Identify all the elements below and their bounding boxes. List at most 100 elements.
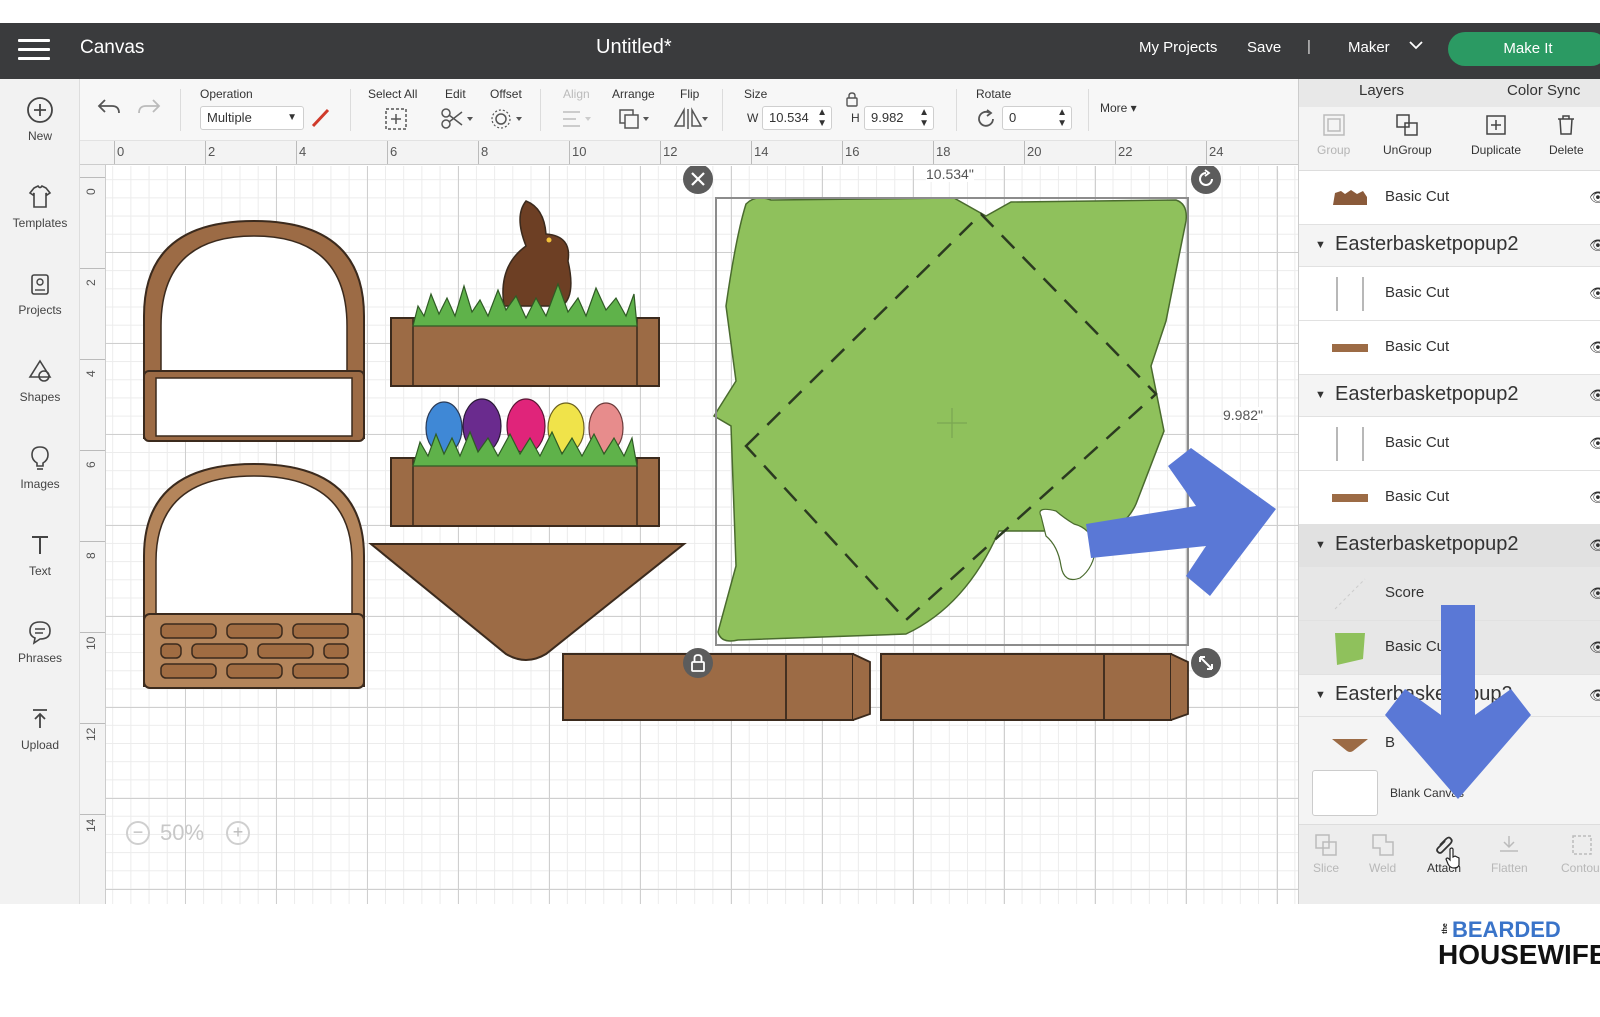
flip-icon[interactable] [672,107,708,134]
eggs-box-shape[interactable] [390,398,660,527]
green-popup-shape[interactable] [712,197,1188,642]
caret-down-icon[interactable]: ▼ [1315,689,1326,701]
eye-icon[interactable]: 👁 [1589,237,1600,254]
redo-icon[interactable] [136,97,162,122]
duplicate-button[interactable]: Duplicate [1471,113,1521,157]
eye-icon[interactable]: 👁 [1589,639,1600,656]
layer-row[interactable]: Basic Cut 👁 [1299,171,1600,225]
edit-label: Edit [445,87,466,101]
weld-button[interactable]: Weld [1369,833,1396,875]
eye-icon[interactable]: 👁 [1589,435,1600,452]
toolbar-separator [180,89,181,131]
sidebar-item-projects[interactable]: Projects [0,261,80,341]
document-title: Untitled* [596,36,672,58]
zoom-in-button[interactable]: + [226,821,250,845]
caret-down-icon[interactable]: ▼ [1315,389,1326,401]
eye-icon[interactable]: 👁 [1589,339,1600,356]
eye-icon[interactable]: 👁 [1589,285,1600,302]
delete-button[interactable]: Delete [1549,113,1584,157]
sidebar-item-label: Templates [12,216,68,230]
slice-button[interactable]: Slice [1313,833,1339,875]
sidebar-item-label: Images [20,477,60,491]
stepper-icon[interactable]: ▲ ▼ [1057,107,1067,129]
eye-icon[interactable]: 👁 [1589,489,1600,506]
eye-icon[interactable]: 👁 [1589,585,1600,602]
lock-handle[interactable] [683,648,713,678]
caret-down-icon[interactable]: ▼ [1315,539,1326,551]
rotate-handle[interactable] [1191,166,1221,194]
sidebar-item-new[interactable]: New [0,87,80,167]
align-icon[interactable] [560,107,594,134]
ruler-tick [387,141,388,164]
sidebar-item-images[interactable]: Images [0,435,80,515]
contour-button[interactable]: Contour [1561,833,1600,875]
select-all-icon[interactable] [384,107,408,134]
contour-icon [1572,835,1593,855]
height-input[interactable]: 9.982 ▲ ▼ [864,106,934,130]
eye-icon[interactable]: 👁 [1589,387,1600,404]
caret-down-icon[interactable]: ▼ [1315,239,1326,251]
layer-group-row[interactable]: ▼ Easterbasketpopup2 👁 [1299,225,1600,267]
layer-group-row-selected[interactable]: ▼ Easterbasketpopup2 👁 [1299,525,1600,567]
ruler-number: 6 [84,461,98,468]
eye-icon[interactable]: 👁 [1589,687,1600,704]
eye-icon[interactable]: 👁 [1589,189,1600,206]
triangle-base-shape[interactable] [368,543,687,661]
edit-scissors-icon[interactable] [440,107,474,134]
lock-icon[interactable] [845,91,859,110]
sidebar-item-shapes[interactable]: Shapes [0,348,80,428]
basket-shape[interactable] [143,462,365,689]
strip-shape[interactable] [880,653,1189,721]
flatten-label: Flatten [1491,861,1528,875]
canvas-artwork [143,166,1276,721]
machine-select[interactable]: Maker [1348,39,1390,56]
flatten-button[interactable]: Flatten [1491,833,1528,875]
ruler-number: 8 [84,552,98,559]
arrange-icon[interactable] [618,107,652,134]
tab-color-sync[interactable]: Color Sync [1507,82,1580,99]
plus-circle-icon [27,97,53,123]
layer-group-row[interactable]: ▼ Easterbasketpopup2 👁 [1299,375,1600,417]
sidebar-item-templates[interactable]: Templates [0,174,80,254]
resize-handle[interactable] [1191,648,1221,678]
blank-canvas-swatch[interactable] [1312,770,1378,816]
layer-row[interactable]: Basic Cut 👁 [1299,267,1600,321]
group-button[interactable]: Group [1317,113,1350,157]
layer-row[interactable]: Basic Cut 👁 [1299,417,1600,471]
strip-shape[interactable] [562,653,871,721]
hamburger-menu-icon[interactable] [18,39,50,63]
sidebar-item-text[interactable]: Text [0,522,80,602]
group-label: Group [1317,143,1351,157]
rotate-input[interactable]: 0 ▲ ▼ [1002,106,1072,130]
stepper-icon[interactable]: ▲ ▼ [919,107,929,129]
zoom-out-button[interactable]: − [126,821,150,845]
chevron-down-icon[interactable] [1408,37,1424,56]
width-input[interactable]: 10.534 ▲ ▼ [762,106,832,130]
height-value: 9.982 [871,110,904,125]
bunny-box-shape[interactable] [390,200,660,387]
ungroup-button[interactable]: UnGroup [1383,113,1432,157]
ruler-tick [842,141,843,164]
layer-row[interactable]: Basic Cut 👁 [1299,471,1600,525]
lightbulb-icon [31,446,49,470]
eye-icon[interactable]: 👁 [1589,537,1600,554]
rotate-icon[interactable] [975,108,997,133]
stepper-icon[interactable]: ▲ ▼ [817,107,827,129]
make-it-button[interactable]: Make It [1448,32,1600,66]
more-menu[interactable]: More ▾ [1100,101,1137,115]
layer-row[interactable]: Basic Cut 👁 [1299,321,1600,375]
save-link[interactable]: Save [1247,39,1281,56]
operation-select[interactable]: Multiple ▼ [200,106,304,130]
design-canvas[interactable]: 10.534" 9.982" [106,166,1298,904]
sidebar-item-phrases[interactable]: Phrases [0,609,80,689]
undo-icon[interactable] [96,97,122,122]
my-projects-link[interactable]: My Projects [1139,39,1217,56]
tab-layers[interactable]: Layers [1359,82,1404,99]
blade-color-icon[interactable] [310,107,332,132]
sidebar-item-upload[interactable]: Upload [0,696,80,776]
panel-bottom-actions: Slice Weld Attach Flatten Contour [1299,824,1600,904]
delete-handle[interactable] [683,166,713,194]
left-sidebar: New Templates Projects Shapes Images Tex… [0,79,80,904]
offset-icon[interactable] [490,107,524,134]
basket-handle-shape[interactable] [143,219,365,442]
